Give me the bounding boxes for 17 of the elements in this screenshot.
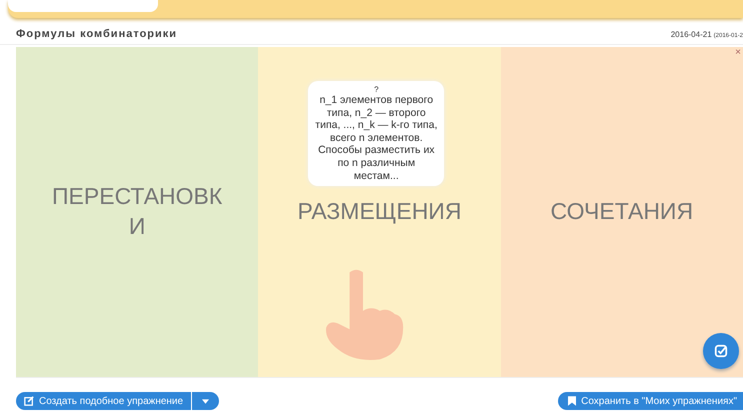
category-label: СОЧЕТАНИЯ	[550, 197, 694, 226]
bookmark-icon	[568, 396, 576, 406]
save-button[interactable]: Сохранить в "Моих упражнениях"	[558, 392, 743, 410]
create-button[interactable]: Создать подобное упражнение	[16, 392, 192, 410]
category-column[interactable]: ? n_1 элементов первого типа, n_2 — второго типа, ..., n_k — k-го типа, всего n элементов. Способы разместить их по n различным местам... РАЗМЕЩЕНИЯ	[258, 47, 501, 377]
category-column[interactable]: ПЕРЕСТАНОВКИ	[16, 47, 258, 377]
category-label: РАЗМЕЩЕНИЯ	[296, 197, 462, 226]
caret-icon	[202, 398, 210, 404]
category-label: ПЕРЕСТАНОВКИ	[51, 182, 224, 241]
check-icon	[714, 344, 728, 358]
close-icon[interactable]: ×	[735, 47, 741, 58]
hint-text: n_1 элементов первого типа, n_2 — второго типа, ..., n_k — k-го типа, всего n элементов. Способы разместить их по n различным местам...	[314, 94, 438, 182]
exercise-title: Формулы комбинаторики	[16, 28, 178, 40]
dropdown-button[interactable]	[192, 392, 220, 410]
question-mark: ?	[374, 85, 379, 94]
date-text: 2016-04-21	[670, 30, 712, 38]
edit-icon	[24, 396, 34, 406]
